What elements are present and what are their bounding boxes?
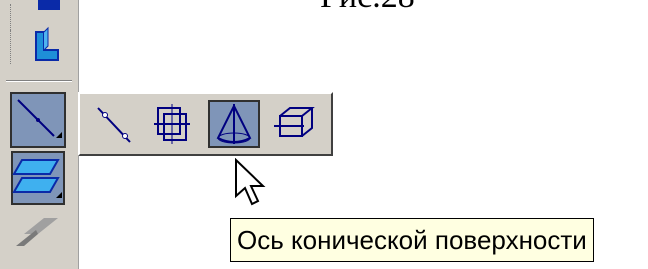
- surface-button[interactable]: [10, 212, 66, 268]
- l-shape-extrude-icon: [35, 26, 59, 61]
- left-toolbar: [0, 0, 79, 269]
- surface-icon: [16, 218, 58, 246]
- axis-two-points-icon: [97, 107, 131, 143]
- conical-surface-axis-button[interactable]: [208, 100, 260, 148]
- extrude-button[interactable]: [10, 22, 66, 78]
- axis-two-points-button[interactable]: [88, 100, 140, 148]
- axis-two-planes-icon: [154, 104, 190, 144]
- axis-flyout-panel: [78, 92, 333, 156]
- plane-group-button[interactable]: [10, 150, 66, 206]
- axis-through-edge-button[interactable]: [270, 100, 322, 148]
- mouse-pointer-icon: [232, 157, 272, 219]
- tooltip: Ось конической поверхности: [230, 218, 594, 262]
- figure-caption: Рис.28: [320, 0, 415, 16]
- axis-group-button[interactable]: [10, 92, 66, 148]
- axis-line-icon: [17, 99, 62, 138]
- plane-icon: [11, 151, 65, 205]
- axis-through-edge-icon: [274, 107, 315, 137]
- toolbar-separator: [6, 80, 72, 82]
- partial-top-icon: [38, 0, 60, 10]
- conical-surface-axis-icon: [216, 103, 252, 144]
- axis-two-planes-button[interactable]: [146, 100, 198, 148]
